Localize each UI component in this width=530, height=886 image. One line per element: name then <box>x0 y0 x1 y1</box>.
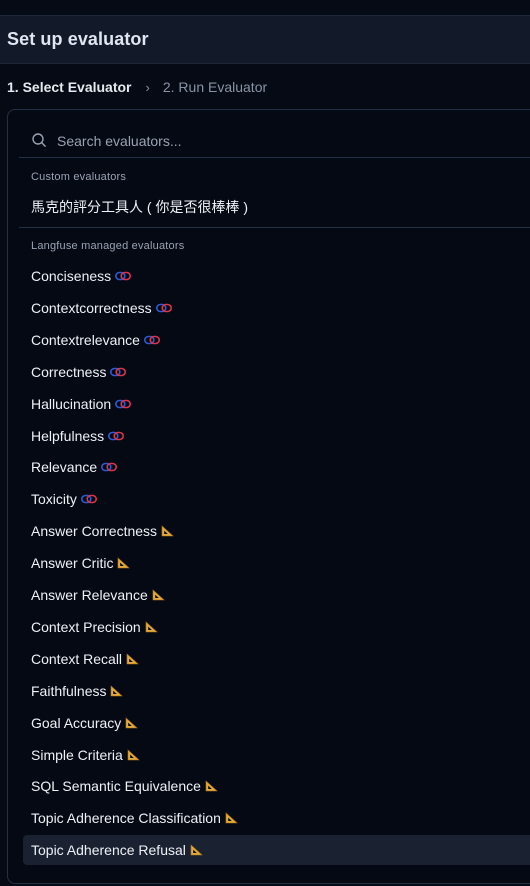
triangular-ruler-icon <box>125 716 139 729</box>
triangular-ruler-icon <box>127 748 140 761</box>
evaluator-option-label: Topic Adherence Classification <box>31 810 221 827</box>
evaluator-option[interactable]: Conciseness <box>23 261 530 291</box>
evaluator-option[interactable]: Contextrelevance <box>23 325 530 355</box>
triangular-ruler-icon <box>117 557 131 569</box>
group-divider <box>19 227 530 228</box>
evaluator-option-label: Goal Accuracy <box>31 714 122 731</box>
evaluator-option-label: Faithfulness <box>31 682 107 699</box>
evaluator-option[interactable]: Goal Accuracy <box>23 708 530 738</box>
evaluator-option-label: Conciseness <box>31 268 112 284</box>
chain-link-icon <box>110 367 127 377</box>
evaluator-option[interactable]: Correctness <box>23 357 530 387</box>
dialog-header: Set up evaluator <box>0 15 530 64</box>
search-input[interactable] <box>55 129 529 153</box>
evaluator-option[interactable]: Simple Criteria <box>23 740 530 770</box>
chain-link-icon <box>155 303 172 313</box>
triangular-ruler-icon <box>205 780 218 792</box>
evaluator-option[interactable]: Context Precision <box>23 612 530 642</box>
evaluator-option-label: Correctness <box>31 363 107 380</box>
evaluator-option[interactable]: 馬克的評分工具人 ( 你是否很棒棒 ) <box>23 192 530 222</box>
evaluator-option-label: Toxicity <box>31 491 77 508</box>
triangular-ruler-icon <box>190 844 203 856</box>
evaluator-option[interactable]: Contextcorrectness <box>23 293 530 323</box>
evaluator-option-label: Topic Adherence Refusal <box>31 842 186 859</box>
top-strip <box>0 0 530 15</box>
evaluator-option[interactable]: Context Recall <box>23 644 530 674</box>
evaluator-option-label: Answer Critic <box>31 555 114 572</box>
evaluator-option-label: Helpfulness <box>31 427 105 444</box>
triangular-ruler-icon <box>225 812 238 824</box>
evaluator-option[interactable]: Toxicity <box>23 484 530 514</box>
triangular-ruler-icon <box>110 685 124 697</box>
evaluator-option-label: Simple Criteria <box>31 746 123 763</box>
triangular-ruler-icon <box>145 621 158 633</box>
evaluator-option-label: Answer Relevance <box>31 587 148 603</box>
triangular-ruler-icon <box>152 589 165 601</box>
evaluator-option[interactable]: Answer Correctness <box>23 516 530 546</box>
step-select-evaluator[interactable]: 1. Select Evaluator <box>7 79 132 95</box>
evaluator-option-label: Contextrelevance <box>31 331 140 348</box>
step-run-evaluator[interactable]: 2. Run Evaluator <box>163 79 267 95</box>
chain-link-icon <box>143 335 160 345</box>
evaluator-option-label: Contextcorrectness <box>31 299 152 316</box>
evaluator-option[interactable]: Answer Critic <box>23 548 530 578</box>
chain-link-icon <box>115 271 132 281</box>
evaluator-option-label: 馬克的評分工具人 ( 你是否很棒棒 ) <box>31 199 248 215</box>
search-bar <box>19 124 530 158</box>
evaluator-option-label: Context Recall <box>31 650 123 667</box>
evaluator-option-label: Context Precision <box>31 618 141 635</box>
evaluator-option-label: Relevance <box>31 459 98 476</box>
evaluator-option[interactable]: Helpfulness <box>23 421 530 451</box>
evaluator-option-label: SQL Semantic Equivalence <box>31 778 201 795</box>
managed-evaluators-heading: Langfuse managed evaluators <box>31 240 185 252</box>
chevron-right-icon: › <box>145 79 150 95</box>
chain-link-icon <box>115 399 132 409</box>
evaluator-option[interactable]: Answer Relevance <box>23 580 530 610</box>
custom-evaluators-heading: Custom evaluators <box>31 171 127 183</box>
evaluator-option-label: Answer Correctness <box>31 523 158 540</box>
evaluator-option[interactable]: Relevance <box>23 452 530 482</box>
evaluator-option[interactable]: Topic Adherence Refusal <box>23 835 530 866</box>
stepper: 1. Select Evaluator › 2. Run Evaluator <box>7 78 267 96</box>
evaluator-option[interactable]: Topic Adherence Classification <box>23 803 530 833</box>
dialog-title: Set up evaluator <box>7 29 149 49</box>
evaluator-option-label: Hallucination <box>31 395 112 412</box>
evaluator-option[interactable]: SQL Semantic Equivalence <box>23 771 530 801</box>
evaluator-option[interactable]: Faithfulness <box>23 676 530 706</box>
chain-link-icon <box>101 462 118 472</box>
triangular-ruler-icon <box>126 653 139 665</box>
chain-link-icon <box>108 431 125 441</box>
triangular-ruler-icon <box>161 525 174 537</box>
evaluator-option[interactable]: Hallucination <box>23 389 530 419</box>
search-icon <box>32 133 46 147</box>
chain-link-icon <box>80 494 97 504</box>
